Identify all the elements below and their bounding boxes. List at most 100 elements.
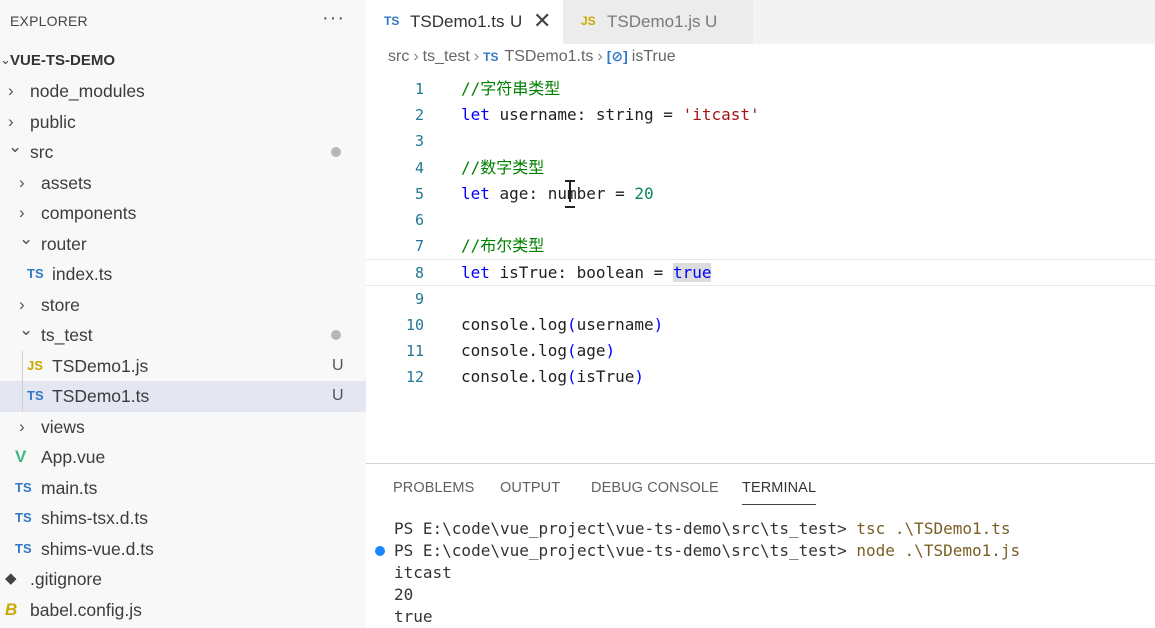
tree-folder-components[interactable]: › components bbox=[0, 198, 366, 229]
code-token: username: string = bbox=[489, 105, 683, 125]
typescript-file-icon: TS bbox=[15, 479, 32, 495]
code-text: //数字类型 bbox=[461, 155, 544, 181]
breadcrumb-item[interactable]: TSDemo1.ts bbox=[504, 48, 593, 65]
tree-folder-src[interactable]: ⌄ src bbox=[0, 137, 366, 168]
code-line[interactable]: 2 let username: string = 'itcast' bbox=[366, 102, 1155, 128]
tab-debug-console[interactable]: DEBUG CONSOLE bbox=[591, 480, 719, 496]
terminal-command: node .\TSDemo1.js bbox=[846, 541, 1021, 560]
terminal-output-text: 20 bbox=[394, 585, 414, 604]
tree-item-label: TSDemo1.ts bbox=[52, 386, 150, 406]
code-token: 20 bbox=[634, 183, 654, 203]
code-text: //字符串类型 bbox=[461, 76, 560, 102]
typescript-file-icon: TS bbox=[15, 510, 32, 525]
chevron-down-icon: ⌄ bbox=[19, 228, 34, 248]
line-number: 11 bbox=[405, 342, 424, 360]
tree-file-tsdemo1-ts[interactable]: TS TSDemo1.ts U bbox=[0, 381, 366, 412]
close-icon[interactable]: ✕ bbox=[533, 8, 551, 34]
line-number: 6 bbox=[414, 211, 424, 229]
breadcrumb-item[interactable]: src bbox=[388, 48, 409, 65]
tree-folder-store[interactable]: › store bbox=[0, 290, 366, 321]
code-editor[interactable]: 1 //字符串类型 2 let username: string = 'itcast'… bbox=[366, 76, 1155, 462]
line-number: 12 bbox=[405, 368, 424, 387]
code-line[interactable]: 6 bbox=[366, 207, 1155, 233]
chevron-right-icon: › bbox=[597, 48, 603, 65]
tree-file-main-ts[interactable]: TS main.ts bbox=[0, 473, 366, 504]
tree-item-label: assets bbox=[41, 172, 92, 193]
code-token: //布尔类型 bbox=[461, 236, 545, 256]
terminal-line: itcast bbox=[394, 562, 1154, 584]
code-token: //字符串类型 bbox=[461, 79, 561, 98]
code-line[interactable]: 3 bbox=[366, 128, 1155, 154]
code-line[interactable]: 7 //布尔类型 bbox=[366, 233, 1155, 259]
explorer-sidebar: EXPLORER ··· ⌄ VUE-TS-DEMO › node_modules… bbox=[0, 0, 366, 628]
chevron-right-icon: › bbox=[19, 172, 25, 192]
tree-folder-public[interactable]: › public bbox=[0, 107, 366, 138]
code-token: console.log bbox=[461, 314, 567, 334]
tree-item-label: components bbox=[41, 203, 137, 223]
workspace-root[interactable]: ⌄ VUE-TS-DEMO bbox=[0, 46, 366, 76]
tree-item-label: shims-vue.d.ts bbox=[41, 538, 154, 559]
chevron-right-icon: › bbox=[19, 416, 25, 436]
code-line[interactable]: 9 bbox=[366, 286, 1155, 312]
tree-file-babel-config-js[interactable]: Bbabel.config.js bbox=[0, 595, 366, 626]
more-actions-icon[interactable]: ··· bbox=[322, 7, 345, 30]
tree-folder-router[interactable]: ⌄ router bbox=[0, 229, 366, 260]
tab-tsdemo1-js[interactable]: JS TSDemo1.js U bbox=[563, 0, 753, 44]
code-line[interactable]: 8 let isTrue: boolean = true bbox=[366, 259, 1155, 286]
modified-dot-icon bbox=[331, 147, 341, 157]
tree-item-label: node_modules bbox=[30, 81, 145, 101]
code-line[interactable]: 5 let age: number = 20 bbox=[366, 181, 1155, 207]
indent-guide bbox=[22, 350, 23, 412]
code-token: let bbox=[461, 263, 490, 283]
tree-file-shims-tsx-d-ts[interactable]: TS shims-tsx.d.ts bbox=[0, 503, 366, 534]
workspace-root-label: VUE-TS-DEMO bbox=[10, 52, 115, 69]
tree-file-tsdemo1-js[interactable]: JS TSDemo1.js U bbox=[0, 351, 366, 382]
tree-item-label: babel.config.js bbox=[30, 599, 142, 620]
terminal-line: PS E:\code\vue_project\vue-ts-demo\src\t… bbox=[394, 518, 1154, 540]
tree-folder-views[interactable]: › views bbox=[0, 412, 366, 443]
tree-folder-node-modules[interactable]: › node_modules bbox=[0, 76, 366, 107]
typescript-file-icon: TS bbox=[27, 266, 44, 281]
babel-file-icon: B bbox=[5, 599, 18, 619]
terminal-line: true bbox=[394, 606, 1154, 628]
tree-item-label: App.vue bbox=[41, 447, 106, 467]
tree-file--gitignore[interactable]: ◆ .gitignore bbox=[0, 564, 366, 595]
explorer-header: EXPLORER ··· bbox=[0, 0, 366, 44]
bottom-panel: PROBLEMS OUTPUT DEBUG CONSOLE TERMINAL P… bbox=[366, 463, 1155, 628]
code-token: ) bbox=[605, 341, 616, 360]
line-number: 9 bbox=[414, 289, 424, 308]
tab-problems[interactable]: PROBLEMS bbox=[393, 480, 474, 496]
code-token: isTrue: boolean = bbox=[489, 263, 673, 283]
tree-file-app-vue[interactable]: V App.vue bbox=[0, 442, 366, 473]
breadcrumb-item[interactable]: isTrue bbox=[632, 48, 676, 65]
tree-file-shims-vue-d-ts[interactable]: TS shims-vue.d.ts bbox=[0, 534, 366, 565]
code-token: ( bbox=[566, 314, 577, 334]
code-line[interactable]: 1 //字符串类型 bbox=[366, 76, 1155, 102]
tree-item-label: main.ts bbox=[41, 477, 98, 498]
breadcrumb: src › ts_test › TS TSDemo1.ts › [⊘] isTrue bbox=[388, 48, 676, 74]
explorer-title: EXPLORER bbox=[10, 13, 88, 29]
tab-label: TSDemo1.ts bbox=[410, 12, 505, 31]
tree-item-label: store bbox=[41, 294, 80, 315]
command-decoration-dot-icon[interactable] bbox=[375, 546, 385, 556]
code-line[interactable]: 11 console.log(age) bbox=[366, 338, 1155, 364]
git-status-badge: U bbox=[332, 387, 344, 404]
code-token: console.log bbox=[461, 341, 567, 360]
tab-terminal[interactable]: TERMINAL bbox=[742, 480, 817, 505]
tab-status: U bbox=[705, 12, 718, 31]
tab-tsdemo1-ts[interactable]: TS TSDemo1.ts U ✕ bbox=[366, 0, 563, 44]
code-token: ) bbox=[653, 314, 664, 334]
line-number: 3 bbox=[414, 132, 424, 151]
line-number: 2 bbox=[414, 106, 424, 125]
breadcrumb-item[interactable]: ts_test bbox=[423, 48, 470, 65]
tab-output[interactable]: OUTPUT bbox=[500, 480, 560, 496]
code-line[interactable]: 10 console.log(username) bbox=[366, 312, 1155, 338]
tree-folder-assets[interactable]: › assets bbox=[0, 168, 366, 199]
code-token: isTrue bbox=[576, 367, 635, 387]
line-number: 5 bbox=[414, 184, 424, 203]
terminal-output[interactable]: PS E:\code\vue_project\vue-ts-demo\src\t… bbox=[375, 518, 1154, 628]
tree-folder-ts-test[interactable]: ⌄ ts_test bbox=[0, 320, 366, 351]
code-line[interactable]: 4 //数字类型 bbox=[366, 155, 1155, 181]
code-line[interactable]: 12 console.log(isTrue) bbox=[366, 364, 1155, 390]
tree-file-index-ts[interactable]: TS index.ts bbox=[0, 259, 366, 290]
